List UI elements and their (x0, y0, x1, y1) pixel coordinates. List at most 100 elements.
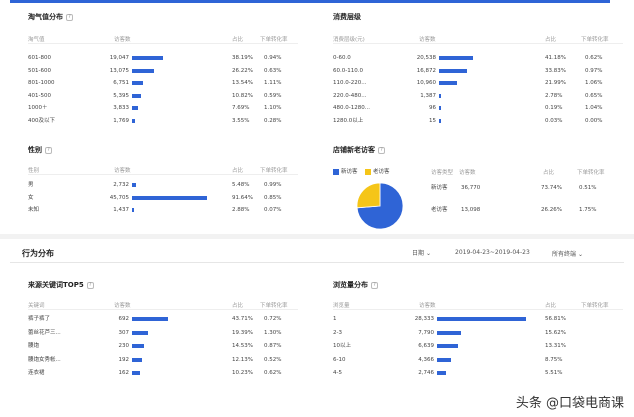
row-count: 5,395 (113, 92, 129, 99)
row-pct: 0.03% (545, 117, 563, 124)
row-conv: 0.99% (264, 182, 282, 188)
watermark: 头条 @口袋电商课 (515, 396, 624, 411)
row-conv: 1.75% (579, 207, 597, 213)
table-row: 新访客 36,770 73.74% 0.51% (431, 182, 623, 194)
row-pct: 7.69% (232, 105, 250, 111)
row-bar (437, 317, 526, 321)
row-label: 0-60.0 (333, 55, 351, 61)
row-pct: 2.78% (545, 92, 563, 99)
row-pct: 5.51% (545, 370, 563, 376)
row-bar (132, 183, 137, 187)
table-row: 60.0-110.0 16,872 33.83% 0.97% (333, 65, 623, 77)
header-pct: 占比 (232, 37, 244, 43)
row-label: 连衣裙 (28, 370, 45, 376)
row-count: 4,366 (418, 356, 434, 363)
legend-new-visitor: 新访客 (333, 167, 358, 175)
table-row: 400及以下 1,769 3.55% 0.28% (28, 115, 298, 127)
help-icon[interactable]: ? (378, 146, 385, 154)
row-conv: 0.51% (579, 185, 597, 191)
table-row: 2-3 7,790 15.62% (333, 327, 623, 339)
period-select[interactable]: 日期 ⌄ (412, 248, 431, 257)
header-label: 消费层级(元) (333, 37, 365, 43)
row-count: 13,098 (461, 207, 481, 213)
row-conv: 0.28% (264, 117, 282, 124)
header-conv: 下单转化率 (260, 168, 288, 174)
consume-level-panel: 消费层级 消费层级(元) 访客数 占比 下单转化率 0-60.0 20,538 41… (333, 12, 623, 132)
table-row: 未知 1,437 2.88% 0.07% (28, 204, 298, 216)
row-label: 801-1000 (28, 80, 55, 86)
naughty-value-panel: 淘气值分布? 淘气值 访客数 占比 下单转化率 601-800 19,047 38.… (28, 12, 298, 132)
header-count: 访客数 (114, 37, 131, 43)
table-row: 480.0-1280... 96 0.19% 1.04% (333, 102, 623, 114)
row-label: 女 (28, 194, 34, 201)
divider (28, 43, 298, 44)
row-count: 692 (118, 316, 130, 322)
row-conv: 0.00% (585, 117, 603, 124)
page-depth-header: 浏览量 访客数 占比 下单转化率 (333, 300, 623, 309)
row-conv: 1.10% (264, 105, 282, 111)
row-pct: 5.48% (232, 182, 250, 188)
header-pct: 占比 (545, 37, 557, 43)
table-row: 220.0-480... 1,387 2.78% 0.65% (333, 90, 623, 102)
row-count: 230 (118, 343, 130, 349)
row-bar (439, 56, 473, 60)
table-row: 裤子裤了 692 43.71% 0.72% (28, 313, 298, 325)
divider (333, 309, 623, 310)
row-conv: 1.04% (585, 105, 603, 111)
help-icon[interactable]: ? (371, 281, 378, 289)
row-pct: 8.75% (545, 356, 563, 363)
row-conv: 1.06% (585, 80, 603, 86)
header-label: 淘气值 (28, 37, 45, 43)
row-conv: 0.65% (585, 92, 603, 99)
row-label: 1000＋ (28, 105, 48, 111)
chevron-down-icon: ⌄ (425, 250, 431, 257)
row-pct: 10.23% (232, 370, 253, 376)
row-count: 6,751 (113, 80, 129, 86)
row-conv: 0.59% (264, 92, 282, 99)
gender-panel: 性别? 性别 访客数 占比 下单转化率 男 2,732 5.48% 0.99% 女 45,… (28, 145, 298, 225)
row-count: 16,872 (416, 67, 436, 74)
table-row: 4-5 2,746 5.51% (333, 367, 623, 379)
row-label: 480.0-1280... (333, 105, 370, 111)
table-row: 801-1000 6,751 13.54% 1.11% (28, 77, 298, 89)
visitor-pie-chart (356, 182, 404, 230)
divider (333, 43, 623, 44)
help-icon[interactable]: ? (86, 281, 94, 289)
row-pct: 41.18% (545, 55, 566, 61)
row-bar (437, 344, 458, 348)
row-bar (132, 371, 141, 375)
table-row: 1 28,333 56.81% (333, 313, 623, 325)
row-label: 400及以下 (28, 117, 55, 124)
help-icon[interactable]: ? (45, 146, 52, 154)
row-label: 1 (333, 316, 337, 322)
store-visitor-title: 店铺新老访客? (333, 145, 385, 155)
terminal-select[interactable]: 所有终端 ⌄ (552, 249, 583, 258)
row-conv: 1.30% (264, 329, 282, 336)
top-accent-line (10, 0, 610, 3)
header-count: 访客数 (114, 168, 131, 174)
row-bar (439, 81, 458, 85)
chevron-down-icon: ⌄ (577, 251, 583, 258)
row-label: 男 (28, 182, 34, 188)
row-pct: 3.55% (232, 117, 250, 124)
table-row: 男 2,732 5.48% 0.99% (28, 179, 298, 191)
help-icon[interactable]: ? (66, 13, 73, 21)
row-label: 10以上 (333, 343, 351, 349)
table-row: 601-800 19,047 38.19% 0.94% (28, 52, 298, 64)
row-label: 蕾丝花芦三... (28, 329, 61, 336)
store-visitor-panel: 店铺新老访客? 新访客 老访客 访客类型 访客数 占比 下单转化率 新访客 36… (333, 145, 623, 230)
row-count: 6,639 (418, 343, 434, 349)
header-label: 访客类型 (431, 170, 454, 176)
legend-swatch (333, 168, 339, 175)
row-count: 96 (429, 105, 436, 111)
row-count: 307 (118, 329, 130, 336)
row-pct: 0.19% (545, 105, 563, 111)
header-label: 性别 (28, 168, 40, 174)
row-pct: 43.71% (232, 316, 253, 322)
row-label: 2-3 (333, 329, 342, 336)
row-count: 192 (118, 356, 130, 363)
row-count: 2,732 (113, 182, 129, 188)
row-pct: 19.39% (232, 329, 253, 336)
row-bar (132, 357, 142, 362)
keywords-header: 关键词 访客数 占比 下单转化率 (28, 300, 298, 309)
